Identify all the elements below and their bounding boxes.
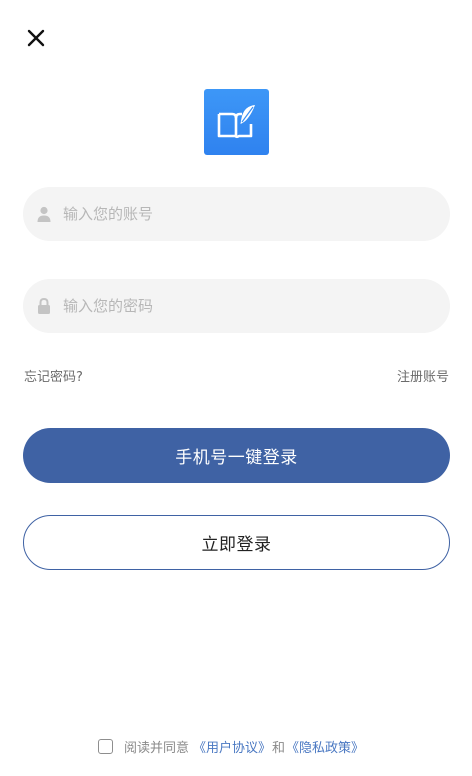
book-quill-icon <box>217 105 255 139</box>
agreement-row: 阅读并同意 《用户协议》 和 《隐私政策》 <box>98 737 364 756</box>
account-input[interactable] <box>59 205 427 223</box>
password-field[interactable] <box>23 279 450 333</box>
forgot-password-link[interactable]: 忘记密码? <box>24 366 83 385</box>
agreement-prefix: 阅读并同意 <box>124 741 190 756</box>
privacy-policy-link[interactable]: 《隐私政策》 <box>286 737 364 756</box>
password-input[interactable] <box>59 297 427 315</box>
login-now-button[interactable]: 立即登录 <box>23 515 450 570</box>
agreement-and: 和 <box>272 741 286 756</box>
phone-login-button[interactable]: 手机号一键登录 <box>23 428 450 483</box>
user-agreement-link[interactable]: 《用户协议》 <box>193 737 271 756</box>
close-icon <box>27 29 45 47</box>
user-icon <box>37 206 51 222</box>
lock-icon <box>38 298 50 314</box>
app-logo <box>204 89 269 155</box>
close-button[interactable] <box>22 24 50 52</box>
register-link[interactable]: 注册账号 <box>397 366 449 385</box>
account-field[interactable] <box>23 187 450 241</box>
agreement-checkbox[interactable] <box>98 739 113 754</box>
